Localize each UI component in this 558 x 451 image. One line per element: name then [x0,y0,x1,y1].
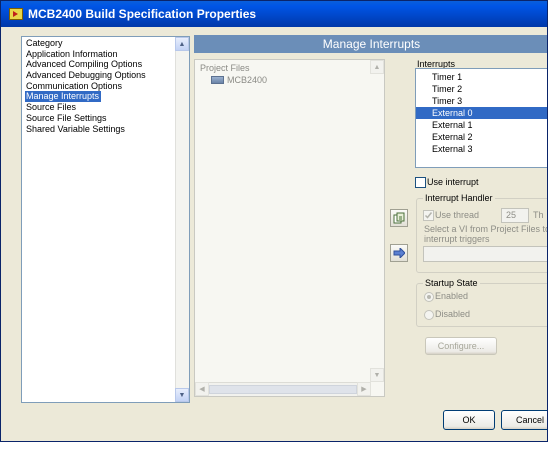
scroll-right-arrow-icon[interactable]: ▶ [357,382,371,396]
labview-app-icon [9,8,23,20]
scroll-up-arrow-icon[interactable]: ▲ [370,60,384,74]
disabled-label: Disabled [435,309,471,319]
configure-button[interactable]: Configure... [425,337,497,355]
move-right-button[interactable] [390,244,408,262]
scroll-down-arrow-icon[interactable]: ▼ [175,388,189,402]
startup-state-group [416,283,547,327]
category-item-advanced-compiling-options[interactable]: Advanced Compiling Options [25,59,174,70]
checkmark-icon [424,212,433,219]
scroll-down-arrow-icon[interactable]: ▼ [370,368,384,382]
scroll-up-arrow-icon[interactable]: ▲ [175,37,189,51]
interrupt-item-timer-2[interactable]: Timer 2 [416,83,547,95]
category-scrollbar[interactable]: ▲ ▼ [175,37,189,402]
category-item-application-information[interactable]: Application Information [25,49,174,60]
use-thread-checkbox[interactable] [423,210,434,221]
startup-state-title: Startup State [423,278,480,288]
panel-title: Manage Interrupts [194,35,547,53]
vi-path-field[interactable] [423,246,547,262]
vi-hint-line2: interrupt triggers [424,234,490,244]
interrupt-item-timer-3[interactable]: Timer 3 [416,95,547,107]
project-files-tree[interactable]: Project Files MCB2400 ▲ ▼ ◀ ▶ [194,59,385,397]
cancel-button[interactable]: Cancel [501,410,547,430]
project-file-item[interactable]: MCB2400 [211,75,267,85]
category-item-shared-variable-settings[interactable]: Shared Variable Settings [25,124,174,135]
use-interrupt-checkbox[interactable] [415,177,426,188]
ok-button[interactable]: OK [443,410,495,430]
arrow-right-icon [393,248,405,258]
enabled-label: Enabled [435,291,469,301]
properties-dialog: MCB2400 Build Specification Properties C… [0,0,548,442]
interrupt-item-external-3[interactable]: External 3 [416,143,547,155]
interrupt-item-external-2[interactable]: External 2 [416,131,547,143]
category-item-manage-interrupts[interactable]: Manage Interrupts [25,91,102,103]
vi-hint-line1: Select a VI from Project Files to c [424,224,548,234]
enabled-radio[interactable] [424,292,434,302]
window-title: MCB2400 Build Specification Properties [28,7,257,21]
category-header: Category [26,38,63,48]
category-list[interactable]: Category Application Information Advance… [21,36,190,403]
category-item-advanced-debugging-options[interactable]: Advanced Debugging Options [25,70,174,81]
scroll-left-arrow-icon[interactable]: ◀ [195,382,209,396]
category-item-source-files[interactable]: Source Files [25,102,174,113]
project-file-label: MCB2400 [227,75,268,85]
project-files-vscrollbar[interactable]: ▲ ▼ [370,60,384,382]
disabled-radio[interactable] [424,310,434,320]
interrupt-handler-title: Interrupt Handler [423,193,495,203]
title-bar[interactable]: MCB2400 Build Specification Properties [1,1,547,27]
scroll-thumb[interactable] [209,385,357,394]
category-item-communication-options[interactable]: Communication Options [25,81,174,92]
category-item-source-file-settings[interactable]: Source File Settings [25,113,174,124]
interrupt-item-external-0[interactable]: External 0 [416,107,547,119]
vi-file-icon [211,76,224,84]
interrupts-list[interactable]: Timer 1 Timer 2 Timer 3 External 0 Exter… [415,68,547,168]
project-files-hscrollbar[interactable]: ◀ ▶ [195,382,371,396]
document-arrow-icon [393,212,405,224]
interrupt-item-external-1[interactable]: External 1 [416,119,547,131]
thread-number-input[interactable]: 25 [501,208,529,223]
thread-suffix-label: Th [533,210,544,220]
use-interrupt-label: Use interrupt [427,177,479,187]
set-handler-button[interactable] [390,209,408,227]
interrupt-item-timer-1[interactable]: Timer 1 [416,71,547,83]
project-files-label: Project Files [200,63,250,73]
use-thread-label: Use thread [435,210,480,220]
